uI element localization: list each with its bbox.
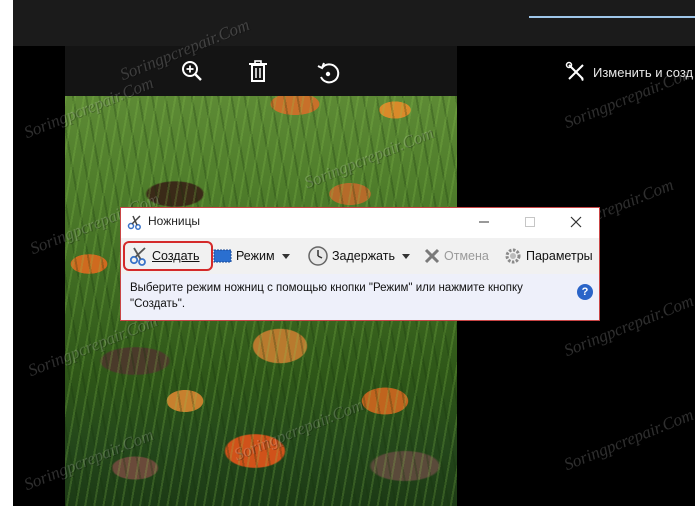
cancel-x-icon [424, 248, 440, 264]
instruction-text: Выберите режим ножниц с помощью кнопки "… [130, 282, 523, 310]
title-bar [13, 0, 695, 46]
maximize-icon [525, 217, 535, 227]
snipping-tool-title-bar[interactable]: Ножницы [121, 208, 599, 236]
scissors-icon [127, 215, 141, 230]
clock-icon [308, 246, 328, 266]
instruction-panel: Выберите режим ножниц с помощью кнопки "… [121, 274, 599, 320]
minimize-button[interactable] [461, 208, 507, 236]
edit-create-icon [565, 61, 584, 81]
delay-label: Задержать [332, 249, 395, 263]
zoom-in-icon[interactable] [179, 58, 205, 84]
gear-icon [505, 248, 521, 264]
maximize-button[interactable] [507, 208, 553, 236]
new-snip-icon [129, 247, 146, 266]
edit-create-label: Изменить и созд [593, 64, 694, 80]
delay-dropdown-arrow-icon[interactable] [401, 253, 410, 259]
cancel-button[interactable]: Отмена [423, 243, 489, 269]
new-button[interactable]: Создать [123, 241, 213, 271]
active-tab-indicator [529, 16, 695, 18]
mode-button[interactable]: Режим [213, 243, 290, 269]
mode-dropdown-arrow-icon[interactable] [281, 253, 290, 259]
new-label: Создать [152, 249, 200, 263]
edit-create-button[interactable]: Изменить и созд [565, 60, 693, 84]
cancel-label: Отмена [444, 249, 489, 263]
rotate-icon[interactable] [315, 60, 341, 86]
window-title: Ножницы [148, 214, 201, 228]
minimize-icon [479, 221, 489, 223]
mode-label: Режим [236, 249, 275, 263]
mode-icon [213, 249, 232, 263]
close-icon [570, 216, 582, 228]
snipping-toolbar: Создать Режим Задержать Отмена Параметры [121, 238, 599, 274]
help-icon[interactable]: ? [577, 284, 593, 300]
close-button[interactable] [553, 208, 599, 236]
options-button[interactable]: Параметры [503, 243, 593, 269]
snipping-tool-window: Ножницы Создать Режим Задержать Отмена П… [120, 207, 600, 321]
options-label: Параметры [526, 249, 593, 263]
delay-button[interactable]: Задержать [307, 243, 410, 269]
delete-icon[interactable] [245, 58, 271, 84]
